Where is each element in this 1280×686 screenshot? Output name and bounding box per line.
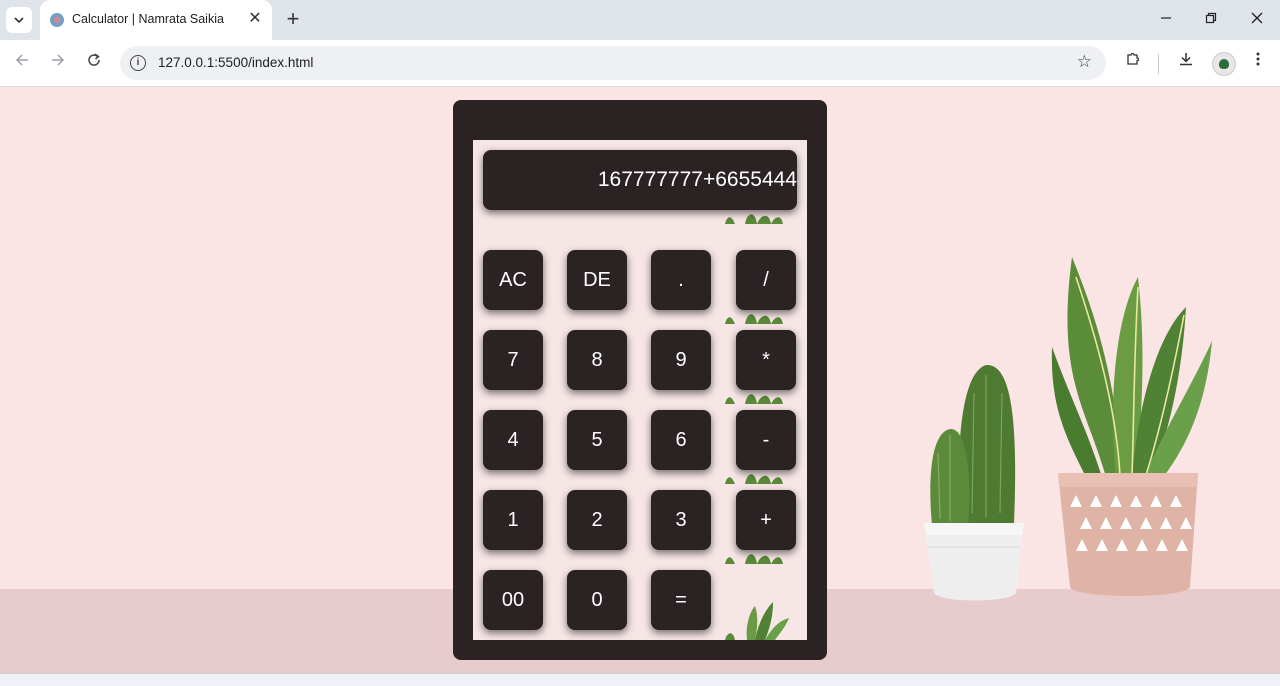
snake-plant-icon xyxy=(1051,257,1212,596)
close-icon xyxy=(1251,12,1263,24)
leaf-decoration-icon xyxy=(725,314,783,324)
key-equals[interactable]: = xyxy=(651,570,711,630)
reload-button[interactable] xyxy=(82,51,106,75)
favicon-icon xyxy=(50,13,64,27)
url-text[interactable]: 127.0.0.1:5500/index.html xyxy=(158,55,313,70)
key-de[interactable]: DE xyxy=(567,250,627,310)
kebab-menu-icon xyxy=(1256,52,1260,66)
chevron-down-icon xyxy=(14,17,24,24)
page-background: 167777777+6655444 AC DE . / 7 8 9 * 4 5 … xyxy=(0,87,1280,673)
reload-icon xyxy=(88,53,100,66)
key-ac[interactable]: AC xyxy=(483,250,543,310)
toolbar-divider xyxy=(1158,54,1159,74)
minimize-button[interactable] xyxy=(1151,8,1181,32)
tab-search-button[interactable] xyxy=(6,7,32,33)
browser-toolbar: i 127.0.0.1:5500/index.html ☆ xyxy=(0,40,1280,87)
leaf-decoration-icon xyxy=(725,394,783,404)
tab-title: Calculator | Namrata Saikia xyxy=(72,12,224,26)
back-button[interactable] xyxy=(10,51,34,75)
profile-avatar[interactable] xyxy=(1212,52,1236,76)
forward-button[interactable] xyxy=(46,51,70,75)
address-bar[interactable]: i 127.0.0.1:5500/index.html ☆ xyxy=(120,46,1106,80)
calculator-panel: 167777777+6655444 AC DE . / 7 8 9 * 4 5 … xyxy=(473,140,807,640)
key-3[interactable]: 3 xyxy=(651,490,711,550)
browser-menu-button[interactable] xyxy=(1246,51,1270,75)
key-7[interactable]: 7 xyxy=(483,330,543,390)
key-divide[interactable]: / xyxy=(736,250,796,310)
close-window-button[interactable] xyxy=(1242,8,1272,32)
leaf-decoration-icon xyxy=(725,554,783,564)
key-00[interactable]: 00 xyxy=(483,570,543,630)
tab-close-icon[interactable]: ✕ xyxy=(246,10,264,28)
key-0[interactable]: 0 xyxy=(567,570,627,630)
new-tab-button[interactable]: + xyxy=(282,8,304,30)
minimize-icon xyxy=(1161,17,1171,19)
browser-tab-strip: Calculator | Namrata Saikia ✕ + xyxy=(0,0,1280,40)
key-decimal[interactable]: . xyxy=(651,250,711,310)
key-minus[interactable]: - xyxy=(736,410,796,470)
key-8[interactable]: 8 xyxy=(567,330,627,390)
key-4[interactable]: 4 xyxy=(483,410,543,470)
key-2[interactable]: 2 xyxy=(567,490,627,550)
arrow-right-icon xyxy=(52,54,65,66)
cactus-plant-icon xyxy=(924,364,1024,601)
key-multiply[interactable]: * xyxy=(736,330,796,390)
extensions-button[interactable] xyxy=(1121,51,1145,75)
leaf-decoration-icon xyxy=(725,474,783,484)
leaf-decoration-icon xyxy=(725,214,783,224)
arrow-left-icon xyxy=(15,54,28,66)
display-value: 167777777+6655444 xyxy=(597,168,797,191)
taskbar-edge xyxy=(0,673,1280,686)
restore-icon xyxy=(1205,12,1217,24)
key-1[interactable]: 1 xyxy=(483,490,543,550)
site-info-icon[interactable]: i xyxy=(130,55,146,71)
browser-tab-active[interactable]: Calculator | Namrata Saikia ✕ xyxy=(40,0,272,40)
key-6[interactable]: 6 xyxy=(651,410,711,470)
key-plus[interactable]: + xyxy=(736,490,796,550)
key-5[interactable]: 5 xyxy=(567,410,627,470)
download-icon xyxy=(1180,53,1192,66)
key-9[interactable]: 9 xyxy=(651,330,711,390)
downloads-button[interactable] xyxy=(1174,51,1198,75)
puzzle-icon xyxy=(1127,52,1140,65)
restore-button[interactable] xyxy=(1196,8,1226,32)
plant-decoration-icon xyxy=(725,602,789,640)
bookmark-star-icon[interactable]: ☆ xyxy=(1077,52,1092,72)
calculator: 167777777+6655444 AC DE . / 7 8 9 * 4 5 … xyxy=(453,100,827,660)
calculator-display: 167777777+6655444 xyxy=(483,150,797,210)
